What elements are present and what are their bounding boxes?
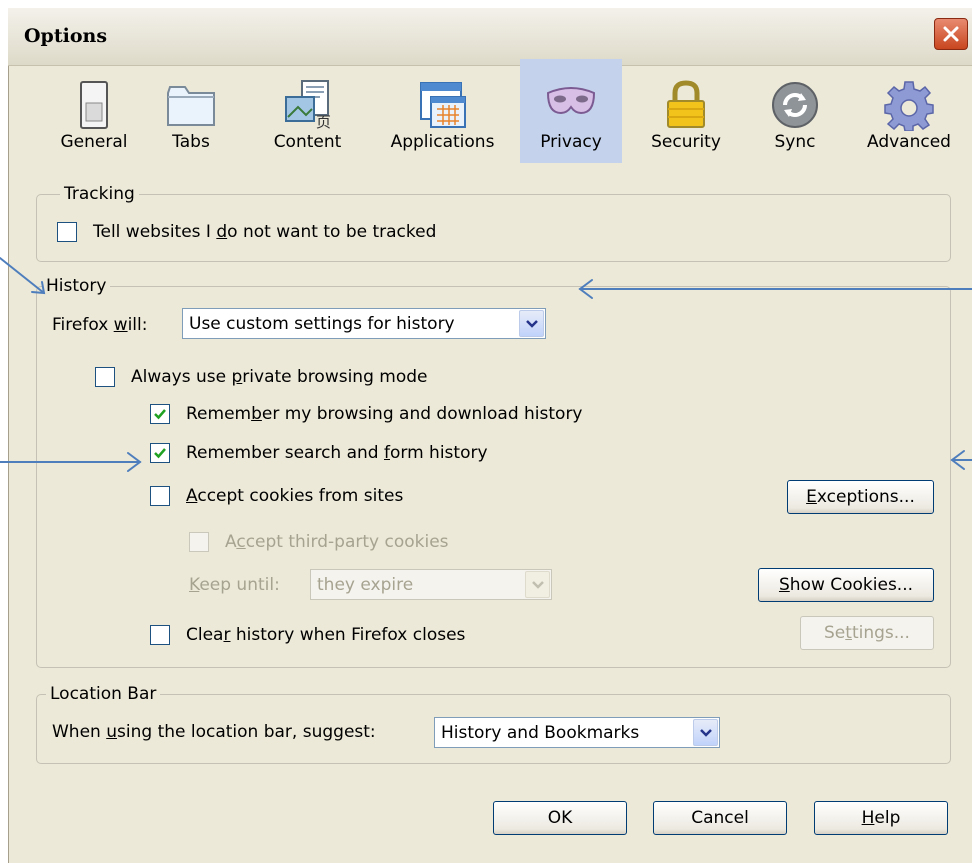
exceptions-button[interactable]: Exceptions... [787, 480, 934, 514]
clear-history-label: Clear history when Firefox closes [186, 625, 466, 645]
location-bar-legend: Location Bar [46, 684, 161, 704]
remember-search-label: Remember search and form history [186, 443, 488, 463]
sync-icon [772, 82, 818, 128]
keep-until-value: they expire [317, 575, 414, 595]
remember-browsing-label: Remember my browsing and download histor… [186, 404, 583, 424]
third-party-cookies-checkbox[interactable] [189, 532, 209, 552]
tab-label: Content [273, 132, 342, 152]
tab-applications[interactable]: Applications [380, 59, 505, 163]
tab-security[interactable]: Security [640, 59, 732, 163]
do-not-track-label: Tell websites I do not want to be tracke… [93, 222, 437, 242]
suggest-select[interactable]: History and Bookmarks [434, 717, 720, 748]
tab-label: Applications [390, 132, 495, 152]
window-title: Options [24, 25, 108, 47]
tab-privacy[interactable]: Privacy [520, 59, 622, 163]
ok-button[interactable]: OK [493, 801, 627, 835]
tab-general[interactable]: General [44, 59, 144, 163]
tab-advanced[interactable]: Advanced [855, 59, 963, 163]
checkmark-icon [154, 448, 166, 459]
tab-sync[interactable]: Sync [755, 59, 835, 163]
private-mode-label: Always use private browsing mode [131, 367, 428, 387]
padlock-icon [667, 80, 705, 128]
privacy-mask-icon [546, 87, 596, 115]
general-icon [80, 81, 108, 129]
gear-icon [884, 81, 934, 131]
keep-until-select[interactable]: they expire [310, 569, 552, 600]
show-cookies-button[interactable]: Show Cookies... [758, 568, 934, 602]
applications-icon [419, 82, 466, 128]
tracking-legend: Tracking [60, 184, 139, 204]
content-icon: 页 [284, 80, 331, 131]
keep-until-label: Keep until: [189, 575, 280, 595]
chevron-down-icon[interactable] [519, 310, 544, 337]
suggest-label: When using the location bar, suggest: [52, 722, 376, 742]
chevron-down-icon[interactable] [525, 571, 550, 598]
tab-label: Security [651, 132, 721, 152]
firefox-will-label: Firefox will: [52, 315, 148, 335]
do-not-track-checkbox[interactable] [57, 222, 77, 242]
tab-label: Sync [774, 132, 816, 152]
suggest-value: History and Bookmarks [441, 723, 640, 743]
tab-tabs[interactable]: Tabs [155, 59, 227, 163]
tabs-icon [167, 86, 215, 126]
remember-browsing-checkbox[interactable] [150, 404, 170, 424]
accept-cookies-label: Accept cookies from sites [186, 486, 404, 506]
close-icon [943, 26, 959, 42]
title-bar[interactable] [8, 8, 972, 66]
private-mode-checkbox[interactable] [95, 367, 115, 387]
cancel-button[interactable]: Cancel [653, 801, 787, 835]
accept-cookies-checkbox[interactable] [150, 486, 170, 506]
chevron-down-icon[interactable] [693, 719, 718, 746]
history-legend: History [42, 276, 111, 296]
tab-label: General [60, 132, 128, 152]
tab-label: Advanced [867, 132, 951, 152]
history-group [36, 286, 951, 668]
history-mode-value: Use custom settings for history [189, 314, 455, 334]
history-mode-select[interactable]: Use custom settings for history [182, 308, 546, 339]
remember-search-checkbox[interactable] [150, 443, 170, 463]
settings-button[interactable]: Se t tings... [800, 616, 934, 650]
tab-label: Privacy [540, 132, 602, 152]
svg-text:页: 页 [316, 113, 331, 131]
checkmark-icon [154, 409, 166, 420]
tab-content[interactable]: 页 Content [260, 59, 355, 163]
help-button[interactable]: Help [814, 801, 948, 835]
clear-history-checkbox[interactable] [150, 625, 170, 645]
close-button[interactable] [934, 18, 968, 50]
tab-label: Tabs [172, 132, 210, 152]
third-party-cookies-label: Accept third-party cookies [225, 532, 449, 552]
